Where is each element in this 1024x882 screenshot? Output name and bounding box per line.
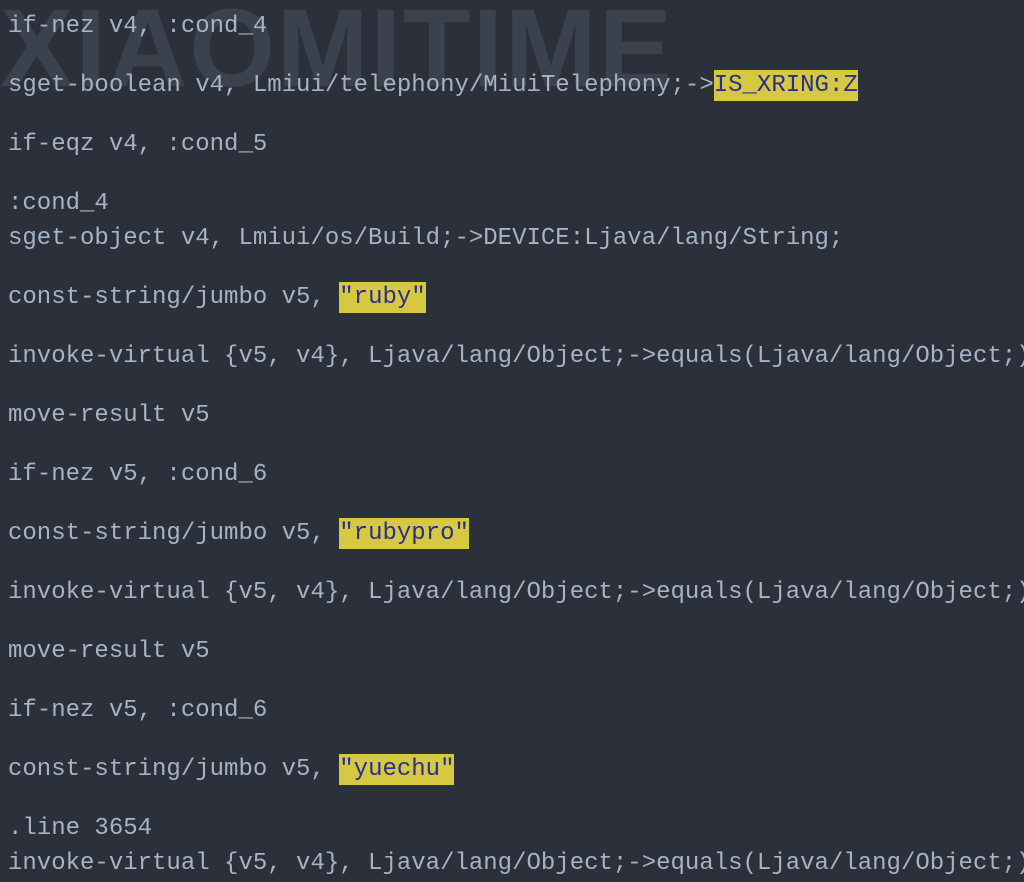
- code-line: move-result v5: [8, 635, 1016, 670]
- highlight-yuechu: "yuechu": [339, 754, 454, 785]
- code-line: const-string/jumbo v5, "rubypro": [8, 517, 1016, 552]
- blank-line: [8, 729, 1016, 753]
- code-text: invoke-virtual {v5, v4}, Ljava/lang/Obje…: [8, 579, 1024, 606]
- highlight-ruby: "ruby": [339, 282, 425, 313]
- blank-line: [8, 163, 1016, 187]
- blank-line: [8, 375, 1016, 399]
- code-line: .line 3654: [8, 812, 1016, 847]
- code-line: sget-object v4, Lmiui/os/Build;->DEVICE:…: [8, 222, 1016, 257]
- blank-line: [8, 552, 1016, 576]
- code-text: move-result v5: [8, 402, 210, 429]
- code-text: invoke-virtual {v5, v4}, Ljava/lang/Obje…: [8, 850, 1024, 877]
- code-text: if-eqz v4, :cond_5: [8, 131, 267, 158]
- code-line: if-eqz v4, :cond_5: [8, 128, 1016, 163]
- blank-line: [8, 45, 1016, 69]
- code-text: const-string/jumbo v5,: [8, 756, 339, 783]
- code-text: .line 3654: [8, 815, 152, 842]
- code-text: sget-object v4, Lmiui/os/Build;->DEVICE:…: [8, 225, 843, 252]
- code-text: if-nez v5, :cond_6: [8, 697, 267, 724]
- blank-line: [8, 788, 1016, 812]
- highlight-is-xring: IS_XRING:Z: [714, 70, 858, 101]
- code-text: invoke-virtual {v5, v4}, Ljava/lang/Obje…: [8, 343, 1024, 370]
- blank-line: [8, 611, 1016, 635]
- blank-line: [8, 257, 1016, 281]
- code-line: if-nez v4, :cond_4: [8, 10, 1016, 45]
- blank-line: [8, 493, 1016, 517]
- blank-line: [8, 670, 1016, 694]
- code-line: sget-boolean v4, Lmiui/telephony/MiuiTel…: [8, 69, 1016, 104]
- code-line: invoke-virtual {v5, v4}, Ljava/lang/Obje…: [8, 576, 1016, 611]
- code-line: invoke-virtual {v5, v4}, Ljava/lang/Obje…: [8, 340, 1016, 375]
- code-text: if-nez v4, :cond_4: [8, 13, 267, 40]
- code-line: const-string/jumbo v5, "yuechu": [8, 753, 1016, 788]
- blank-line: [8, 104, 1016, 128]
- blank-line: [8, 434, 1016, 458]
- code-text: move-result v5: [8, 638, 210, 665]
- code-text: sget-boolean v4, Lmiui/telephony/MiuiTel…: [8, 72, 714, 99]
- blank-line: [8, 316, 1016, 340]
- code-text: if-nez v5, :cond_6: [8, 461, 267, 488]
- code-text: const-string/jumbo v5,: [8, 284, 339, 311]
- code-text: const-string/jumbo v5,: [8, 520, 339, 547]
- highlight-rubypro: "rubypro": [339, 518, 469, 549]
- code-line: move-result v5: [8, 399, 1016, 434]
- code-line: invoke-virtual {v5, v4}, Ljava/lang/Obje…: [8, 847, 1016, 882]
- code-line: if-nez v5, :cond_6: [8, 458, 1016, 493]
- code-block: if-nez v4, :cond_4 sget-boolean v4, Lmiu…: [8, 10, 1016, 882]
- code-line: :cond_4: [8, 187, 1016, 222]
- code-line: if-nez v5, :cond_6: [8, 694, 1016, 729]
- code-line: const-string/jumbo v5, "ruby": [8, 281, 1016, 316]
- code-text: :cond_4: [8, 190, 109, 217]
